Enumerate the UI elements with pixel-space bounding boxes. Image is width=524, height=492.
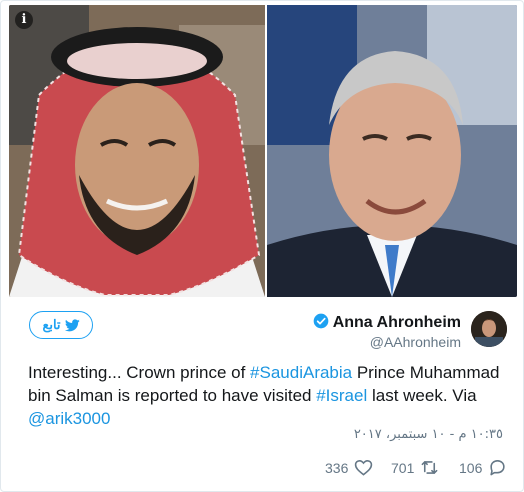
avatar-image [471, 311, 507, 347]
reply-icon [490, 459, 505, 476]
info-icon[interactable]: ℹ [15, 11, 33, 29]
mention-link[interactable]: @arik3000 [28, 409, 110, 428]
hashtag-link[interactable]: #SaudiArabia [250, 363, 352, 382]
left-photo[interactable]: ℹ [9, 5, 265, 297]
retweet-button[interactable]: 701 [391, 458, 439, 477]
tweet-card: ℹ تابع Anna Ahronheim @AAhronheim Intere… [0, 0, 524, 492]
verified-badge-icon [313, 313, 329, 329]
retweet-icon [421, 461, 438, 474]
author-block[interactable]: Anna Ahronheim @AAhronheim [313, 313, 461, 350]
tweet-text: Interesting... Crown prince of #SaudiAra… [28, 361, 508, 430]
follow-button[interactable]: تابع [29, 311, 93, 339]
user-handle[interactable]: @AAhronheim [313, 334, 461, 350]
heart-icon [355, 459, 373, 476]
like-count: 336 [325, 459, 349, 476]
left-portrait-illustration [9, 5, 265, 297]
follow-label: تابع [42, 317, 61, 332]
right-photo[interactable] [267, 5, 517, 297]
tweet-header: تابع Anna Ahronheim @AAhronheim [1, 307, 523, 357]
reply-count: 106 [459, 459, 483, 476]
avatar[interactable] [471, 311, 507, 347]
tweet-actions: 336 701 106 [1, 458, 505, 482]
reply-button[interactable]: 106 [459, 458, 507, 477]
tweet-text-part: Interesting... Crown prince of [28, 363, 251, 382]
tweet-media[interactable]: ℹ [9, 5, 517, 297]
display-name[interactable]: Anna Ahronheim [333, 314, 461, 332]
twitter-bird-icon [64, 318, 80, 331]
right-portrait-illustration [267, 5, 517, 297]
hashtag-link[interactable]: #Israel [316, 386, 367, 405]
like-button[interactable]: 336 [325, 458, 373, 477]
tweet-text-part: last week. Via [367, 386, 477, 405]
retweet-count: 701 [391, 459, 415, 476]
tweet-timestamp[interactable]: ١٠:٣٥ م - ١٠ سبتمبر، ٢٠١٧ [354, 427, 503, 442]
